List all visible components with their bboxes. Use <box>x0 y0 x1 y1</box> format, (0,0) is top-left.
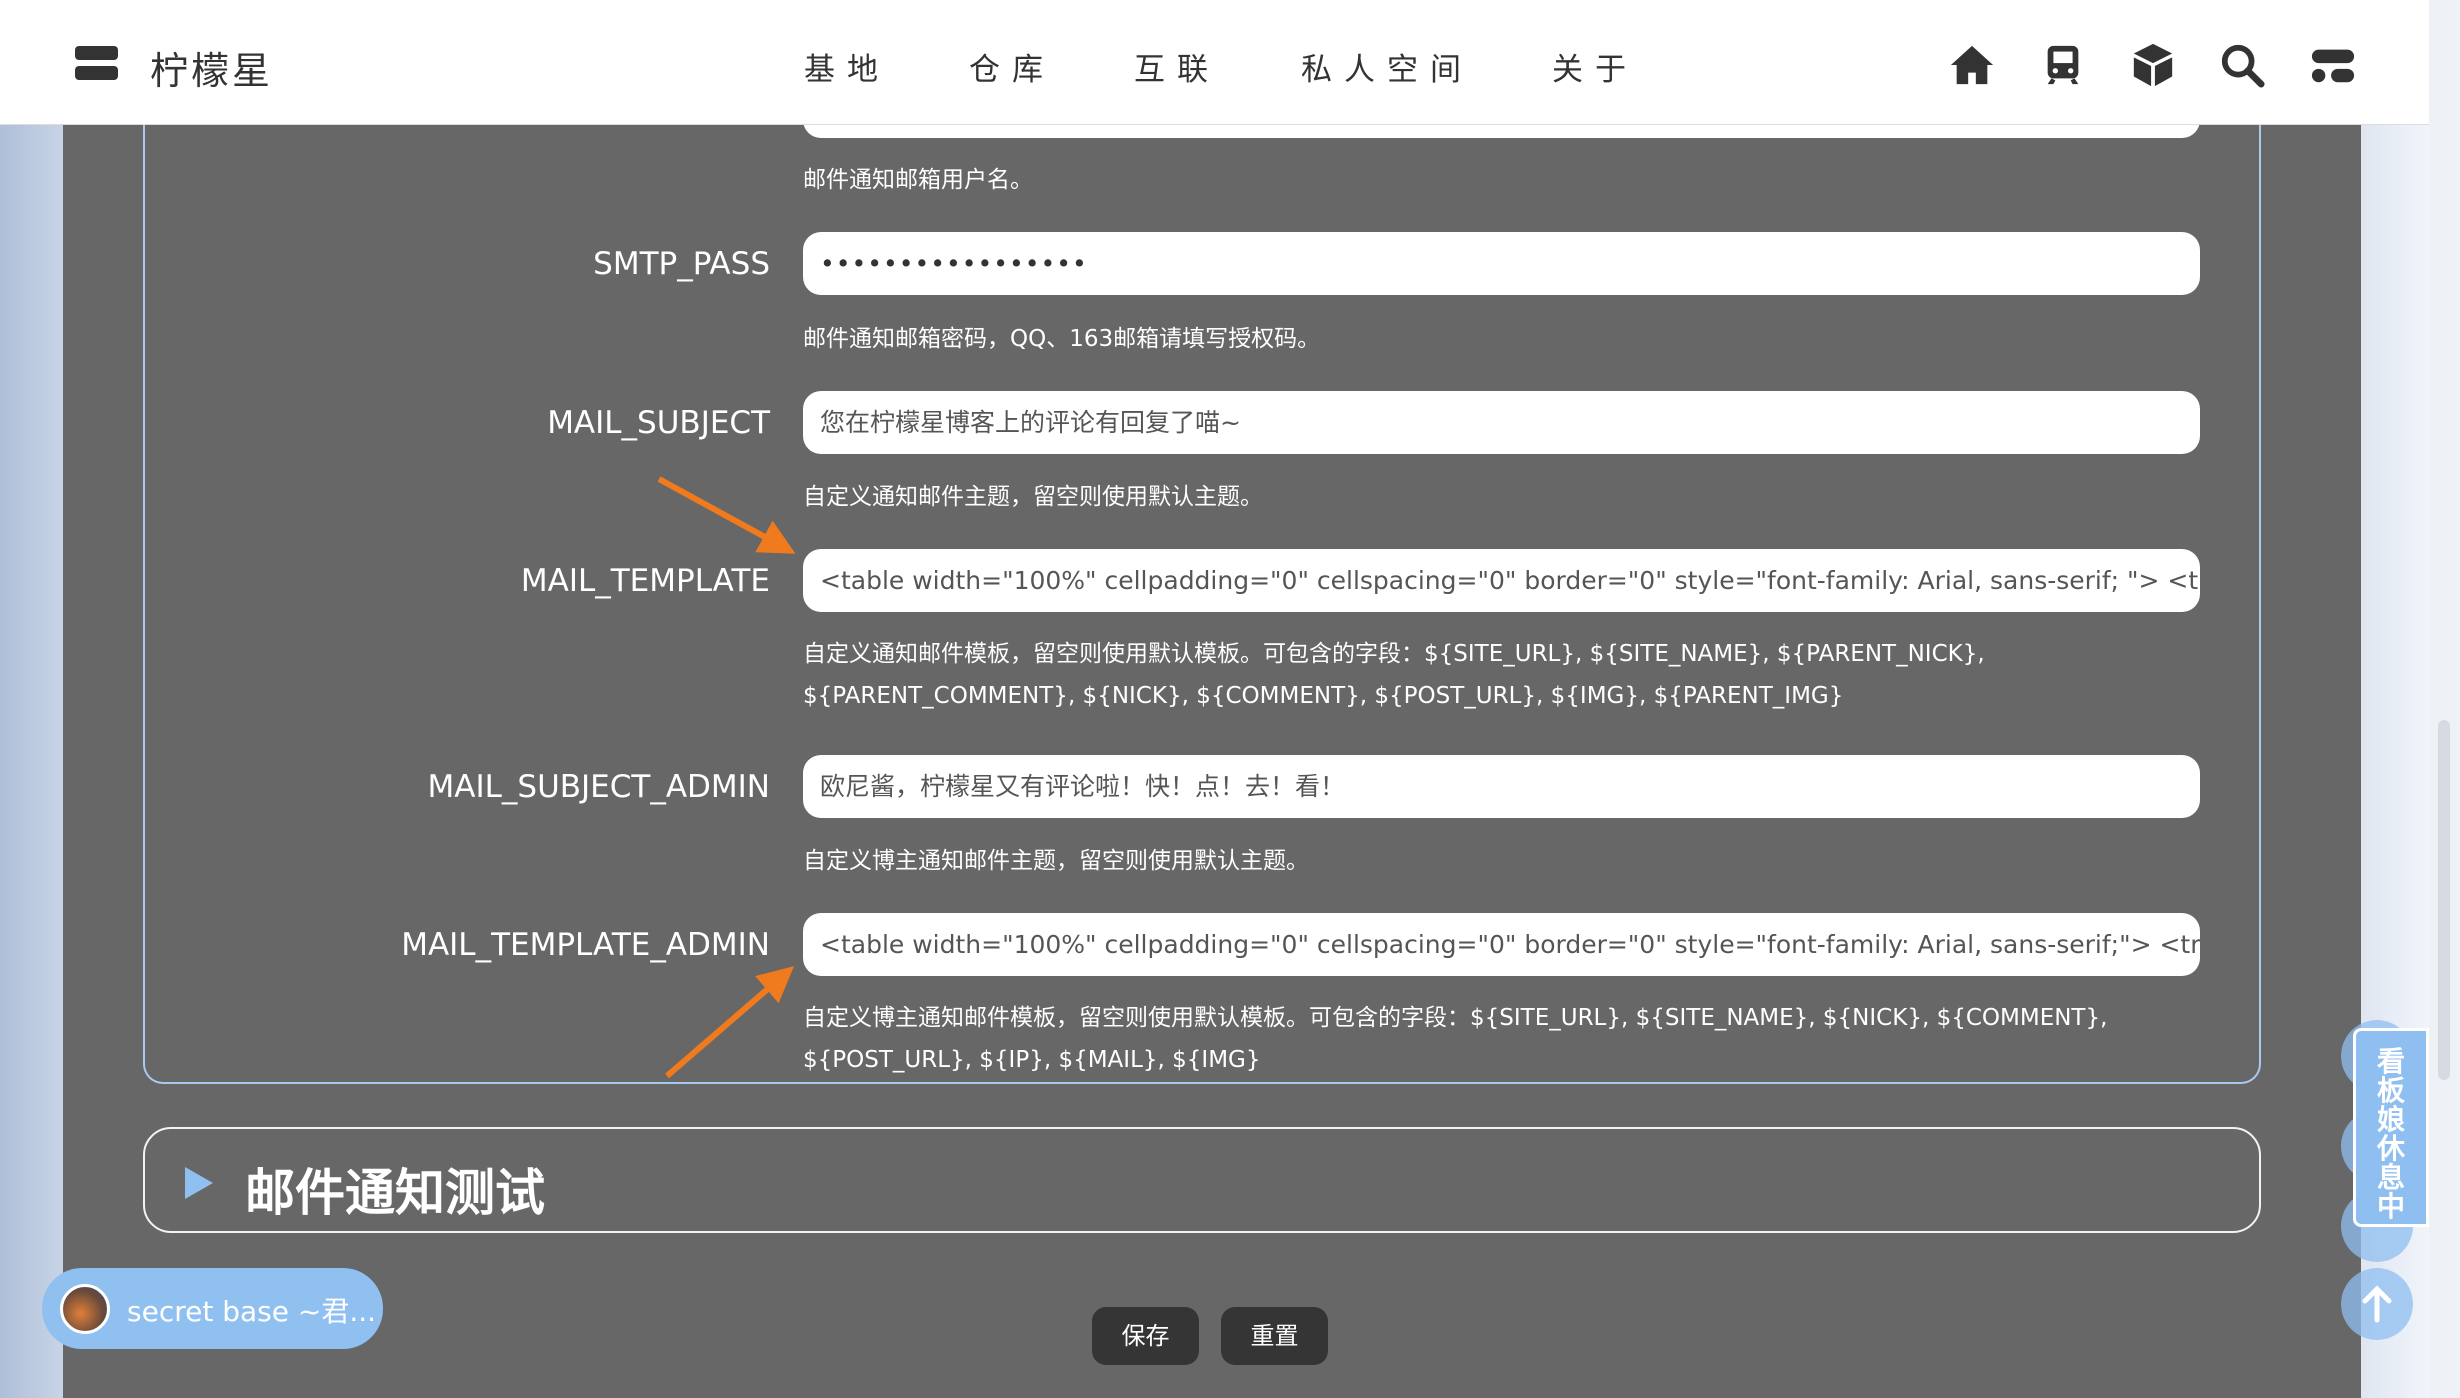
mail-template-admin-desc-fields: ${POST_URL}, ${IP}, ${MAIL}, ${IMG} <box>803 1047 1261 1073</box>
arrow-up-icon <box>2362 1285 2392 1323</box>
nav-warehouse[interactable]: 仓库 <box>969 44 1055 89</box>
nav-base[interactable]: 基地 <box>804 44 890 89</box>
album-cover <box>60 1284 110 1334</box>
mail-subject-admin-label: MAIL_SUBJECT_ADMIN <box>427 769 770 805</box>
home-icon[interactable] <box>1949 42 1995 88</box>
toggle-icon[interactable] <box>2310 42 2356 88</box>
mail-subject-admin-input[interactable]: 欧尼酱，柠檬星又有评论啦！快！点！去！看！ <box>803 755 2200 818</box>
smtp-pass-input[interactable]: ••••••••••••••••• <box>803 232 2200 295</box>
mail-subject-input[interactable]: 您在柠檬星博客上的评论有回复了喵~ <box>803 391 2200 454</box>
search-icon[interactable] <box>2219 42 2265 88</box>
nav-links[interactable]: 互联 <box>1134 44 1220 89</box>
smtp-pass-desc: 邮件通知邮箱密码，QQ、163邮箱请填写授权码。 <box>803 326 1321 352</box>
save-button[interactable]: 保存 <box>1092 1307 1199 1365</box>
scrollbar-thumb[interactable] <box>2438 720 2450 1080</box>
mail-subject-desc: 自定义通知邮件主题，留空则使用默认主题。 <box>803 484 1263 510</box>
menu-icon[interactable] <box>75 46 118 80</box>
kanban-toggle[interactable]: 看板娘休息中 <box>2353 1028 2429 1227</box>
mail-template-admin-desc: 自定义博主通知邮件模板，留空则使用默认模板。可包含的字段：${SITE_URL}… <box>803 1005 2108 1031</box>
song-title: secret base ~君... <box>127 1295 377 1328</box>
mail-template-admin-label: MAIL_TEMPLATE_ADMIN <box>401 927 770 963</box>
mail-template-desc-fields: ${PARENT_COMMENT}, ${NICK}, ${COMMENT}, … <box>803 683 1844 709</box>
expand-triangle-icon <box>185 1167 213 1199</box>
smtp-pass-label: SMTP_PASS <box>593 246 770 282</box>
mail-template-input[interactable]: <table width="100%" cellpadding="0" cell… <box>803 549 2200 612</box>
top-nav: 柠檬星 基地 仓库 互联 私人空间 关于 <box>0 0 2429 125</box>
mail-template-label: MAIL_TEMPLATE <box>520 563 770 599</box>
train-icon[interactable] <box>2040 42 2086 88</box>
mail-subject-label: MAIL_SUBJECT <box>547 405 770 441</box>
kanban-label: 看板娘休息中 <box>2376 1045 2405 1223</box>
scrollbar[interactable] <box>2429 0 2460 1398</box>
nav-private[interactable]: 私人空间 <box>1301 44 1473 89</box>
smtp-user-desc: 邮件通知邮箱用户名。 <box>803 167 1033 193</box>
nav-about[interactable]: 关于 <box>1552 44 1638 89</box>
mail-test-section[interactable]: 邮件通知测试 <box>143 1127 2261 1233</box>
reset-button[interactable]: 重置 <box>1221 1307 1328 1365</box>
mail-subject-admin-desc: 自定义博主通知邮件主题，留空则使用默认主题。 <box>803 848 1309 874</box>
mail-template-admin-input[interactable]: <table width="100%" cellpadding="0" cell… <box>803 913 2200 976</box>
music-player[interactable]: secret base ~君... <box>42 1268 383 1349</box>
back-to-top-button[interactable] <box>2341 1268 2413 1340</box>
mail-template-desc: 自定义通知邮件模板，留空则使用默认模板。可包含的字段：${SITE_URL}, … <box>803 641 1985 667</box>
site-title[interactable]: 柠檬星 <box>150 40 273 95</box>
mail-test-title: 邮件通知测试 <box>245 1164 545 1222</box>
cube-icon[interactable] <box>2130 42 2176 88</box>
